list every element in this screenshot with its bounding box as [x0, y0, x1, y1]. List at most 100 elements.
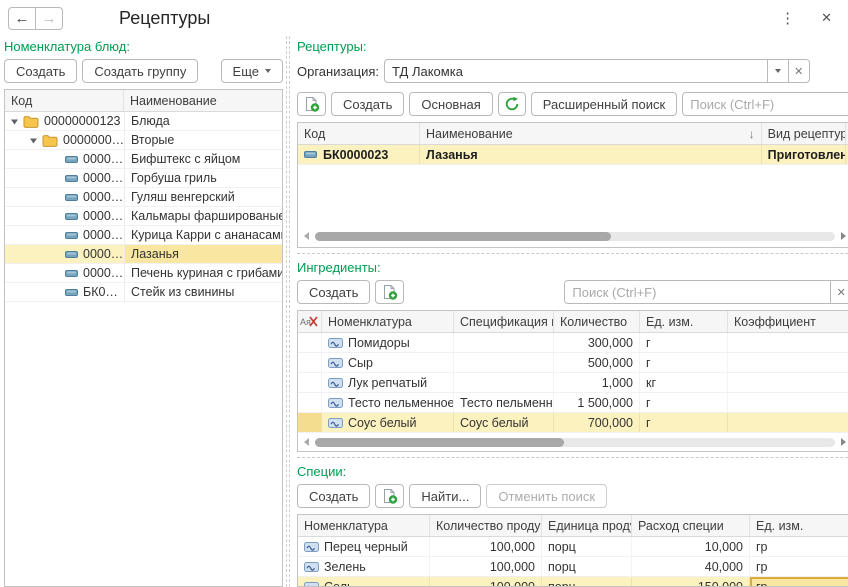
- tree-row[interactable]: 0000… Печень куриная с грибами: [5, 264, 282, 283]
- scroll-left-icon[interactable]: [304, 232, 309, 240]
- scroll-left-icon[interactable]: [304, 438, 309, 446]
- refresh-button[interactable]: [498, 92, 526, 116]
- column-header-coefficient[interactable]: Коэффициент: [728, 311, 848, 332]
- column-header-name[interactable]: Наименование↓: [420, 123, 762, 144]
- close-icon[interactable]: ✕: [817, 8, 836, 28]
- section-divider[interactable]: [297, 457, 848, 458]
- expander-icon[interactable]: [29, 136, 38, 145]
- column-header-code[interactable]: Код: [5, 90, 124, 111]
- kebab-menu-icon[interactable]: ⋮: [774, 7, 801, 29]
- tree-row-selected[interactable]: 0000… Лазанья: [5, 245, 282, 264]
- element-icon: [65, 194, 78, 201]
- tree-row[interactable]: БК0… Стейк из свинины: [5, 283, 282, 302]
- element-icon: [65, 270, 78, 277]
- add-new-button[interactable]: [297, 92, 326, 116]
- column-header-unit[interactable]: Ед. изм.: [750, 515, 848, 536]
- tree-row[interactable]: 0000… Горбуша гриль: [5, 169, 282, 188]
- ingredient-row[interactable]: Помидоры 300,000 г 0,001000: [298, 333, 848, 353]
- organization-dropdown-button[interactable]: [767, 59, 789, 83]
- column-header-recipe-type[interactable]: Вид рецептуры: [762, 123, 846, 144]
- create-button[interactable]: Создать: [331, 92, 404, 116]
- ingredient-qty-cell: 1 500,000: [554, 393, 640, 412]
- column-header-specification[interactable]: Спецификация вл…: [454, 311, 554, 332]
- tree-item-name: Горбуша гриль: [124, 169, 282, 187]
- spice-amount-unit-cell-active[interactable]: гр: [750, 577, 848, 587]
- spice-row[interactable]: Зелень 100,000 порц 40,000 гр: [298, 557, 848, 577]
- column-header-code[interactable]: Код: [298, 123, 420, 144]
- tree-item-code: 0000…: [83, 228, 123, 242]
- spice-amount-unit-cell: гр: [750, 557, 848, 576]
- scrollbar-thumb[interactable]: [315, 438, 564, 447]
- scroll-right-icon[interactable]: [841, 232, 846, 240]
- organization-clear-button[interactable]: ✕: [788, 59, 810, 83]
- element-icon: [304, 151, 317, 158]
- search-clear-button[interactable]: ✕: [830, 280, 848, 304]
- tree-row[interactable]: 00000000123 Блюда: [5, 112, 282, 131]
- column-header-product-unit[interactable]: Единица продук…: [542, 515, 632, 536]
- section-divider[interactable]: [297, 253, 848, 254]
- column-header-nomenclature[interactable]: Номенклатура: [322, 311, 454, 332]
- spice-name: Зелень: [324, 560, 366, 574]
- scrollbar-thumb[interactable]: [315, 232, 611, 241]
- scrollbar-track[interactable]: [315, 232, 835, 241]
- recipes-table: Код Наименование↓ Вид рецептуры Раскладк…: [297, 122, 848, 248]
- create-button[interactable]: Создать: [297, 484, 370, 508]
- scroll-right-icon[interactable]: [841, 438, 846, 446]
- back-button[interactable]: ←: [8, 7, 36, 30]
- create-button[interactable]: Создать: [4, 59, 77, 83]
- tree-code-cell: 0000000…: [5, 131, 124, 149]
- ingredient-row-selected[interactable]: Соус белый Соус белый 700,000 г 1,000000: [298, 413, 848, 433]
- expander-icon[interactable]: [10, 117, 19, 126]
- tree-item-code: 0000…: [83, 190, 123, 204]
- element-icon: [65, 232, 78, 239]
- tree-row[interactable]: 0000… Кальмары фаршированые: [5, 207, 282, 226]
- organization-combo: ✕: [384, 59, 810, 83]
- search-input[interactable]: [682, 92, 848, 116]
- ingredients-section-title: Ингредиенты:: [297, 259, 848, 277]
- column-header-nomenclature[interactable]: Номенклатура: [298, 515, 430, 536]
- more-button[interactable]: Еще: [221, 59, 283, 83]
- ingredient-row[interactable]: Сыр 500,000 г 0,001000: [298, 353, 848, 373]
- add-new-button[interactable]: [375, 280, 404, 304]
- organization-label: Организация:: [297, 64, 379, 79]
- ingredient-row[interactable]: Тесто пельменное Тесто пельменное 1 500,…: [298, 393, 848, 413]
- create-group-button[interactable]: Создать группу: [82, 59, 198, 83]
- find-button[interactable]: Найти...: [409, 484, 481, 508]
- left-toolbar: Создать Создать группу Еще: [4, 58, 283, 84]
- tree-row[interactable]: 0000… Бифштекс с яйцом: [5, 150, 282, 169]
- ingredient-coef-cell: 1,000000: [728, 393, 848, 412]
- search-input[interactable]: [564, 280, 831, 304]
- chevron-down-icon: [265, 69, 271, 73]
- spice-row[interactable]: Перец черный 100,000 порц 10,000 гр: [298, 537, 848, 557]
- add-new-button[interactable]: [375, 484, 404, 508]
- recipe-row-selected[interactable]: БК0000023 Лазанья Приготовлен…: [298, 145, 848, 165]
- ingredient-spec-cell: Тесто пельменное: [454, 393, 554, 412]
- column-header-unit[interactable]: Ед. изм.: [640, 311, 728, 332]
- column-header-numbering[interactable]: Ая: [298, 311, 322, 332]
- ingredient-row[interactable]: Лук репчатый 1,000 кг 1,000000: [298, 373, 848, 393]
- tree-row[interactable]: 0000… Гуляш венгерский: [5, 188, 282, 207]
- tree-code-cell: 0000…: [5, 188, 124, 206]
- spice-name-cell: Соль: [298, 577, 430, 587]
- ingredient-coef-cell: 1,000000: [728, 413, 848, 432]
- advanced-search-button[interactable]: Расширенный поиск: [531, 92, 677, 116]
- forward-button[interactable]: →: [35, 7, 63, 30]
- tree-row[interactable]: 0000000… Вторые: [5, 131, 282, 150]
- main-button[interactable]: Основная: [409, 92, 492, 116]
- ingredient-unit-cell: г: [640, 353, 728, 372]
- scrollbar-track[interactable]: [315, 438, 835, 447]
- tree-item-name: Вторые: [124, 131, 282, 149]
- spice-row-selected[interactable]: Соль 100,000 порц 150,000 гр: [298, 577, 848, 587]
- column-header-spice-amount[interactable]: Расход специи: [632, 515, 750, 536]
- row-marker-cell: [298, 353, 322, 372]
- ingredient-spec-cell: [454, 353, 554, 372]
- column-header-quantity[interactable]: Количество: [554, 311, 640, 332]
- create-button[interactable]: Создать: [297, 280, 370, 304]
- tree-item-code: 0000…: [83, 171, 123, 185]
- column-header-name-label: Наименование: [426, 127, 513, 141]
- column-header-name[interactable]: Наименование: [124, 90, 282, 111]
- tree-row[interactable]: 0000… Курица Карри с ананасами: [5, 226, 282, 245]
- organization-input[interactable]: [384, 59, 768, 83]
- column-header-product-qty[interactable]: Количество продукции: [430, 515, 542, 536]
- spice-name-cell: Перец черный: [298, 537, 430, 556]
